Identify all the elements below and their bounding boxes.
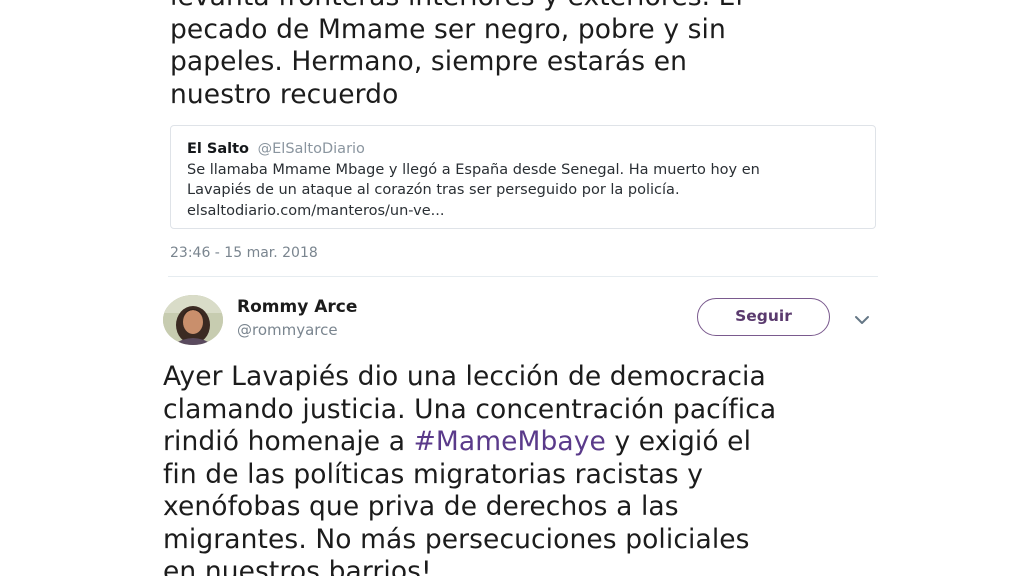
quoted-tweet-header: El Salto @ElSaltoDiario	[187, 139, 859, 160]
tweet1-line: nuestro recuerdo	[170, 78, 399, 110]
tweet1-line: levanta fronteras interiores y exteriore…	[170, 0, 743, 14]
tweet2-author-handle[interactable]: @rommyarce	[237, 321, 338, 339]
quoted-tweet-author-name[interactable]: El Salto	[187, 141, 249, 157]
tweet-divider	[168, 276, 878, 277]
hashtag-link[interactable]: #MameMbaye	[414, 426, 606, 457]
quoted-tweet-line: Lavapiés de un ataque al corazón tras se…	[187, 182, 680, 198]
quoted-tweet-body: Se llamaba Mmame Mbage y llegó a España …	[187, 160, 859, 222]
tweet2-line: Ayer Lavapiés dio una lección de democra…	[163, 361, 766, 392]
quoted-tweet-author-handle[interactable]: @ElSaltoDiario	[258, 141, 365, 157]
tweet1-line: pecado de Mmame ser negro, pobre y sin	[170, 13, 726, 45]
tweet2-line: rindió homenaje a #MameMbaye y exigió el	[163, 426, 776, 459]
tweet2-line: en nuestros barrios!	[163, 556, 432, 576]
more-options-button[interactable]	[852, 312, 872, 328]
tweet2-author-name[interactable]: Rommy Arce	[237, 297, 357, 317]
tweet2-line: clamando justicia. Una concentración pac…	[163, 393, 777, 425]
follow-button[interactable]: Seguir	[697, 298, 830, 336]
tweet2-line-part: y exigió el	[605, 426, 752, 457]
chevron-down-icon	[855, 316, 869, 324]
tweet2-text: Ayer Lavapiés dio una lección de democra…	[163, 361, 776, 576]
avatar-photo-icon	[163, 295, 223, 345]
quoted-tweet-link[interactable]: elsaltodiario.com/manteros/un-ve...	[187, 201, 859, 222]
tweet1-line: papeles. Hermano, siempre estarás en	[170, 46, 688, 77]
tweet-screenshot: levanta fronteras interiores y exteriore…	[0, 0, 1024, 576]
tweet2-line: fin de las políticas migratorias racista…	[163, 458, 704, 490]
user-avatar[interactable]	[163, 295, 223, 345]
tweet2-line-part: rindió homenaje a	[163, 426, 414, 457]
tweet1-text: levanta fronteras interiores y exteriore…	[170, 0, 743, 111]
quoted-tweet-line: Se llamaba Mmame Mbage y llegó a España …	[187, 161, 760, 178]
quoted-tweet-card[interactable]: El Salto @ElSaltoDiario Se llamaba Mmame…	[170, 125, 876, 229]
tweet2-line: migrantes. No más persecuciones policial…	[163, 523, 750, 555]
tweet1-timestamp[interactable]: 23:46 - 15 mar. 2018	[170, 245, 318, 261]
tweet2-line: xenófobas que priva de derechos a las	[163, 491, 679, 522]
